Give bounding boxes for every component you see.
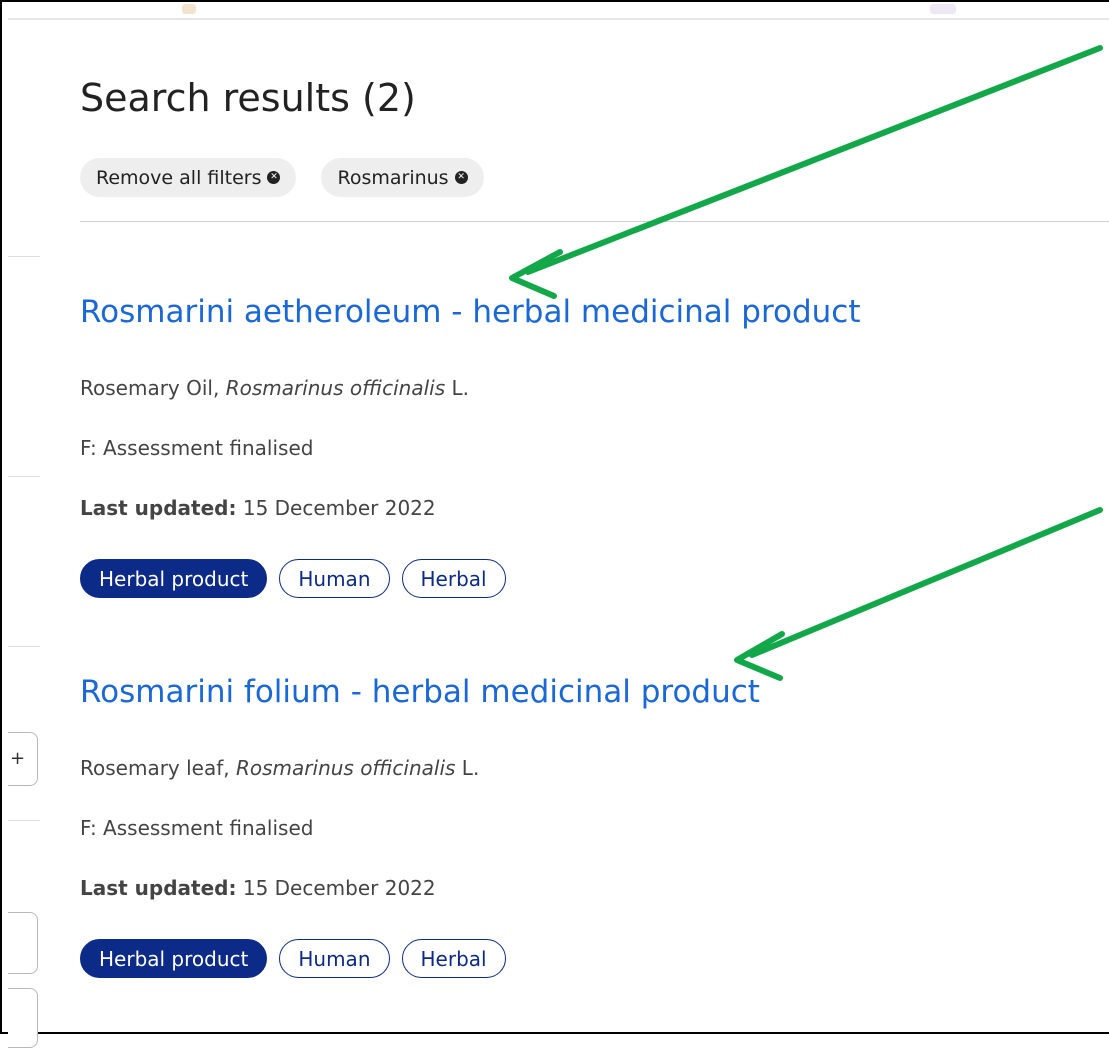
remove-all-filters-chip[interactable]: Remove all filters ✕ — [80, 158, 297, 197]
chip-label: Remove all filters — [96, 166, 262, 189]
close-icon: ✕ — [454, 171, 468, 184]
sidebar-box[interactable] — [8, 988, 38, 1048]
result-title-link[interactable]: Rosmarini folium - herbal medicinal prod… — [80, 674, 1089, 710]
tag-herbal[interactable]: Herbal — [401, 559, 506, 598]
latin-name: Rosmarinus officinalis — [236, 756, 456, 780]
author: L. — [445, 376, 469, 400]
common-name: Rosemary leaf, — [80, 756, 236, 780]
result-names: Rosemary leaf, Rosmarinus officinalis L. — [80, 756, 479, 780]
sidebar-divider — [8, 256, 40, 257]
result-last-updated: Last updated: 15 December 2022 — [80, 876, 436, 900]
tag-human[interactable]: Human — [279, 939, 390, 978]
sidebar-box[interactable] — [8, 912, 38, 974]
result-last-updated: Last updated: 15 December 2022 — [80, 496, 436, 520]
tag-herbal-product[interactable]: Herbal product — [80, 559, 268, 598]
last-updated-label: Last updated: — [80, 876, 237, 900]
top-divider — [8, 18, 1109, 20]
result-tags: Herbal product Human Herbal — [80, 939, 506, 978]
result-item: Rosmarini folium - herbal medicinal prod… — [80, 674, 1089, 994]
last-updated-value: 15 December 2022 — [236, 496, 436, 520]
top-fragment-left — [182, 4, 196, 14]
plus-icon: + — [10, 748, 26, 769]
sidebar-divider — [8, 820, 40, 821]
author: L. — [455, 756, 480, 780]
result-status: F: Assessment finalised — [80, 436, 314, 460]
page-title: Search results (2) — [80, 76, 416, 120]
filter-chip-rosmarinus[interactable]: Rosmarinus ✕ — [321, 158, 484, 197]
sidebar-divider — [8, 646, 40, 647]
last-updated-label: Last updated: — [80, 496, 237, 520]
result-names: Rosemary Oil, Rosmarinus officinalis L. — [80, 376, 469, 400]
result-item: Rosmarini aetheroleum - herbal medicinal… — [80, 294, 1089, 614]
active-filters: Remove all filters ✕ Rosmarinus ✕ — [80, 158, 484, 197]
tag-herbal[interactable]: Herbal — [401, 939, 506, 978]
last-updated-value: 15 December 2022 — [236, 876, 436, 900]
common-name: Rosemary Oil, — [80, 376, 226, 400]
sidebar-divider — [8, 476, 40, 477]
close-icon: ✕ — [267, 171, 281, 184]
tag-herbal-product[interactable]: Herbal product — [80, 939, 268, 978]
top-fragment-right — [930, 4, 956, 14]
result-tags: Herbal product Human Herbal — [80, 559, 506, 598]
latin-name: Rosmarinus officinalis — [225, 376, 446, 400]
result-title-link[interactable]: Rosmarini aetheroleum - herbal medicinal… — [80, 294, 1089, 330]
result-status: F: Assessment finalised — [80, 816, 314, 840]
results-divider — [80, 221, 1109, 222]
tag-human[interactable]: Human — [279, 559, 390, 598]
chip-label: Rosmarinus — [337, 166, 449, 189]
